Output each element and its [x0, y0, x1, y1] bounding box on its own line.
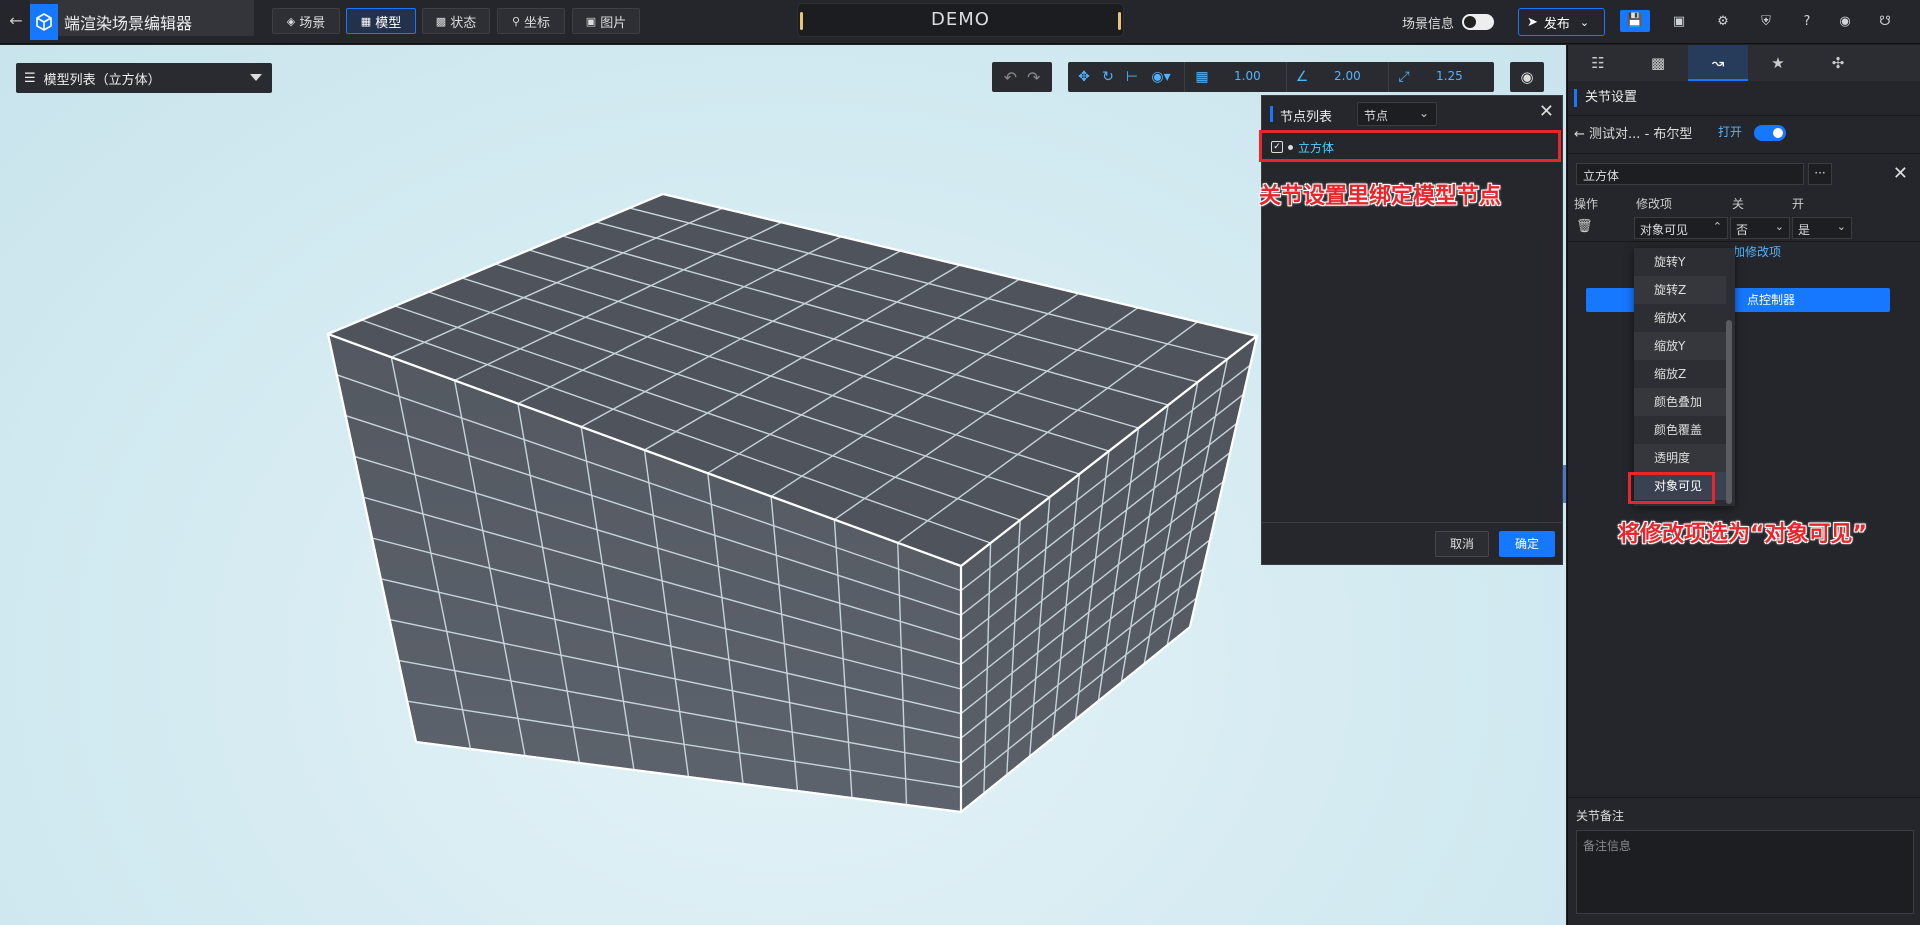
- effects-icon[interactable]: ✣: [1808, 45, 1868, 81]
- breadcrumb-label: 测试对... - 布尔型: [1589, 127, 1693, 142]
- chevron-down-icon: ⌄: [1418, 106, 1429, 120]
- modify-item-dropdown: 旋转Y 旋转Z 缩放X 缩放Y 缩放Z 颜色叠加 颜色覆盖 透明度 对象可见: [1634, 248, 1735, 506]
- chevron-down-icon: ⌄: [1836, 220, 1846, 233]
- help-icon[interactable]: ?: [1796, 11, 1818, 33]
- off-value: 否: [1736, 223, 1749, 237]
- joint-icon[interactable]: ↝: [1688, 45, 1748, 81]
- confirm-button[interactable]: 确定: [1499, 531, 1555, 557]
- section-title: 关节设置: [1574, 89, 1637, 107]
- grid-icon: ▩: [435, 14, 447, 28]
- app-title: 端渲染场景编辑器: [64, 14, 193, 33]
- dropdown-option[interactable]: 旋转Y: [1634, 248, 1726, 276]
- shield-icon[interactable]: ⛨: [1755, 11, 1777, 33]
- scene-info-toggle[interactable]: [1462, 14, 1494, 30]
- image-icon: ▣: [585, 14, 597, 28]
- column-operation: 操作: [1574, 197, 1599, 211]
- tab-image[interactable]: ▣ 图片: [572, 8, 640, 34]
- dropdown-option[interactable]: 颜色覆盖: [1634, 416, 1726, 444]
- column-modify: 修改项: [1636, 197, 1673, 211]
- settings-gear-icon[interactable]: ⚙: [1712, 11, 1734, 33]
- breadcrumb[interactable]: ← 测试对... - 布尔型: [1574, 123, 1692, 142]
- hierarchy-icon[interactable]: ☷: [1568, 45, 1628, 81]
- tab-scene[interactable]: ◈ 场景: [272, 8, 340, 34]
- cube-model[interactable]: [0, 45, 1260, 925]
- highlight-box-option: [1628, 472, 1715, 504]
- tab-label: 模型: [375, 15, 402, 31]
- angle-snap-icon[interactable]: ∠: [1292, 66, 1312, 88]
- chevron-up-icon: ⌃: [1712, 220, 1722, 233]
- pin-icon: ⚲: [511, 14, 521, 28]
- chevron-down-icon: ⌄: [1774, 220, 1784, 233]
- more-button[interactable]: ···: [1808, 163, 1832, 185]
- network-icon[interactable]: ☋: [1874, 11, 1896, 33]
- close-icon[interactable]: ✕: [1893, 163, 1908, 184]
- on-value: 是: [1798, 223, 1811, 237]
- cube-icon: ▦: [360, 14, 372, 28]
- tab-label: 状态: [450, 15, 477, 31]
- scene-info-label: 场景信息: [1402, 17, 1455, 32]
- tab-label: 图片: [600, 15, 627, 31]
- annotation-select-item: 将修改项选为“对象可见”: [1618, 522, 1867, 547]
- back-arrow-icon[interactable]: ←: [6, 10, 26, 32]
- node-controller-button[interactable]: 点控制器: [1586, 288, 1890, 312]
- scene-name-banner: DEMO: [798, 4, 1123, 36]
- dropdown-option[interactable]: 旋转Z: [1634, 276, 1726, 304]
- dropdown-option[interactable]: 透明度: [1634, 444, 1726, 472]
- highlight-box-node: [1259, 130, 1561, 162]
- close-icon[interactable]: ✕: [1539, 101, 1554, 122]
- layers-icon: ◈: [286, 14, 296, 28]
- dialog-header: 节点列表 节点 ⌄ ✕: [1262, 96, 1562, 132]
- dropdown-scrollbar[interactable]: [1726, 320, 1732, 504]
- scale-snap-value[interactable]: 1.25: [1436, 69, 1463, 83]
- app-logo-icon: [30, 4, 58, 40]
- publish-button[interactable]: ➤ 发布 ⌄: [1518, 8, 1605, 36]
- angle-snap-value[interactable]: 2.00: [1334, 69, 1361, 83]
- user-avatar-icon[interactable]: ◉: [1830, 11, 1860, 33]
- panel-tabs: ☷ ▩ ↝ ★ ✣: [1568, 45, 1920, 81]
- annotation-bind-node: 关节设置里绑定模型节点: [1259, 184, 1502, 209]
- trash-icon[interactable]: 🗑: [1576, 219, 1593, 234]
- tab-label: 坐标: [524, 15, 551, 31]
- dialog-title: 节点列表: [1280, 110, 1333, 125]
- dropdown-option[interactable]: 缩放Y: [1634, 332, 1726, 360]
- dropdown-option[interactable]: 缩放Z: [1634, 360, 1726, 388]
- remark-textarea[interactable]: 备注信息: [1576, 830, 1914, 914]
- send-icon: ➤: [1527, 14, 1538, 30]
- tab-label: 场景: [299, 15, 326, 31]
- panel-resize-handle[interactable]: [1563, 465, 1566, 503]
- top-bar: ← 端渲染场景编辑器 ◈ 场景 ▦ 模型 ▩ 状态 ⚲ 坐标 ▣ 图片 DEMO 场景信息…: [0, 0, 1920, 44]
- modify-select[interactable]: 对象可见 ⌃: [1634, 217, 1728, 239]
- node-list-dialog: 节点列表 节点 ⌄ ✕ ✓ 立方体 取消 确定: [1261, 95, 1563, 565]
- dialog-footer: 取消 确定: [1262, 522, 1562, 564]
- 3d-viewport[interactable]: ☰ 模型列表（立方体） ↶ ↷ ✥ ↻ ⊢ ◉▾ ▦ 1.00 ∠ 2.00 ⤢…: [0, 45, 1566, 925]
- node-type-value: 节点: [1364, 109, 1389, 123]
- node-name-field[interactable]: 立方体: [1576, 163, 1804, 185]
- save-icon[interactable]: 💾: [1620, 10, 1650, 32]
- dropdown-option[interactable]: 颜色叠加: [1634, 388, 1726, 416]
- open-toggle[interactable]: [1754, 125, 1786, 141]
- right-panel: ☷ ▩ ↝ ★ ✣ 关节设置 ← 测试对... - 布尔型 打开 立方体 ···…: [1567, 45, 1920, 925]
- column-off: 关: [1732, 197, 1745, 211]
- tab-model[interactable]: ▦ 模型: [346, 8, 416, 34]
- cancel-button[interactable]: 取消: [1435, 531, 1489, 557]
- screenshot-icon[interactable]: ▣: [1668, 11, 1690, 33]
- favorites-icon[interactable]: ★: [1748, 45, 1808, 81]
- view-settings-icon[interactable]: ◉: [1510, 62, 1544, 92]
- off-select[interactable]: 否 ⌄: [1730, 217, 1790, 239]
- scale-snap-icon[interactable]: ⤢: [1394, 66, 1414, 88]
- dropdown-option[interactable]: 缩放X: [1634, 304, 1726, 332]
- tab-coordinate[interactable]: ⚲ 坐标: [497, 8, 565, 34]
- node-type-select[interactable]: 节点 ⌄: [1357, 102, 1437, 126]
- column-on: 开: [1792, 197, 1805, 211]
- remark-label: 关节备注: [1576, 809, 1625, 823]
- chevron-down-icon: ⌄: [1579, 15, 1590, 29]
- tab-state[interactable]: ▩ 状态: [422, 8, 490, 34]
- publish-label: 发布: [1543, 16, 1570, 32]
- back-arrow-icon[interactable]: ←: [1574, 127, 1585, 142]
- on-select[interactable]: 是 ⌄: [1792, 217, 1852, 239]
- modify-value: 对象可见: [1640, 223, 1689, 237]
- add-modify-item-link[interactable]: 加修改项: [1733, 243, 1781, 260]
- open-label: 打开: [1718, 125, 1743, 139]
- material-icon[interactable]: ▩: [1628, 45, 1688, 81]
